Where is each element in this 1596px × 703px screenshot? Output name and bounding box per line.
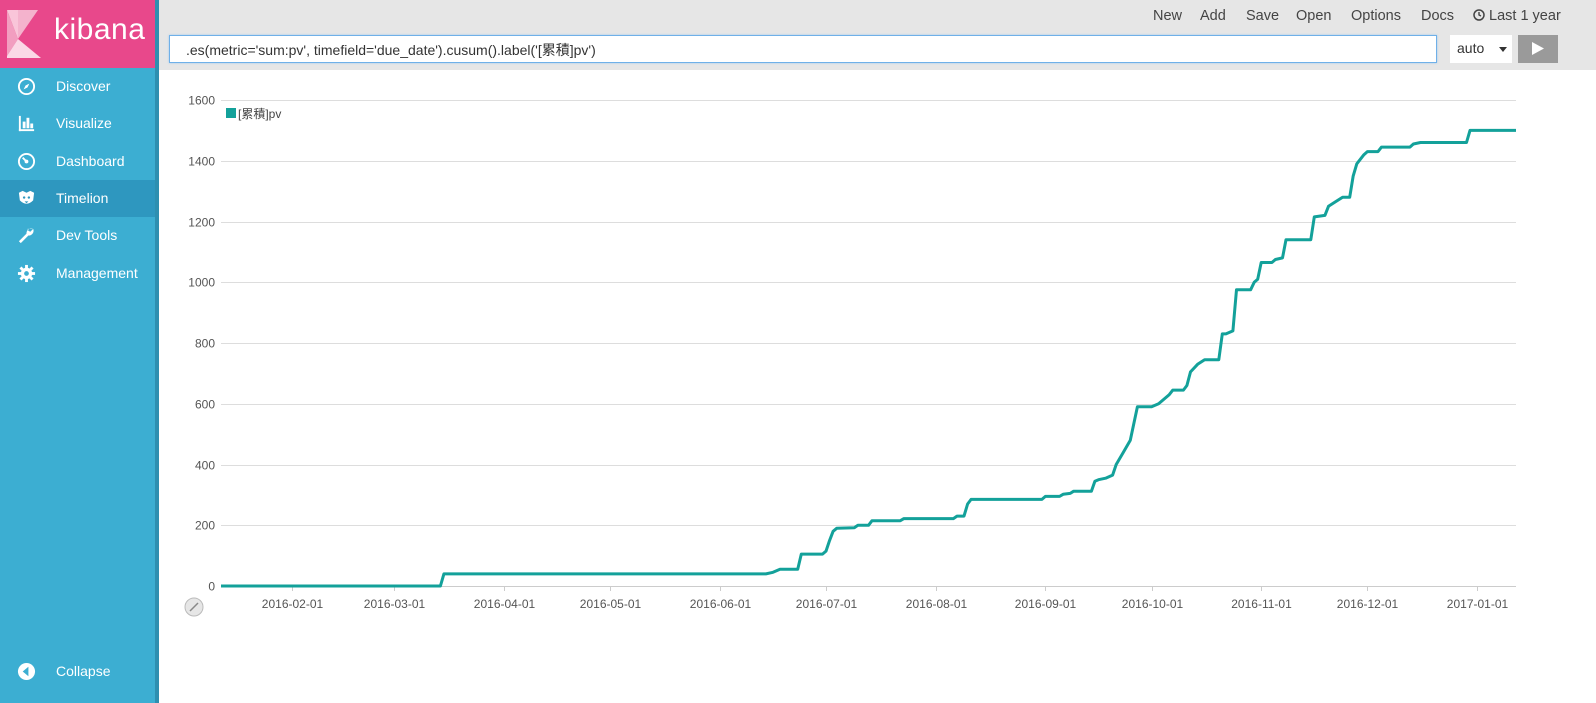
top-nav: New Add Save Open Options Docs Last 1 ye… <box>159 0 1596 32</box>
x-tick-label: 2017-01-01 <box>1447 597 1509 611</box>
sidebar-item-discover[interactable]: Discover <box>0 68 155 105</box>
y-tick-label: 200 <box>195 519 215 533</box>
sidebar-item-visualize[interactable]: Visualize <box>0 105 155 142</box>
y-tick-label: 1000 <box>188 276 215 290</box>
y-tick-label: 800 <box>195 337 215 351</box>
x-tick-label: 2016-08-01 <box>906 597 968 611</box>
bar-chart-icon <box>18 115 35 132</box>
menu-options[interactable]: Options <box>1351 8 1401 24</box>
zoom-reset-button[interactable] <box>184 597 204 617</box>
menu-open[interactable]: Open <box>1296 8 1331 24</box>
legend-swatch <box>226 108 236 118</box>
compass-icon <box>17 77 36 96</box>
collapse-button[interactable]: Collapse <box>0 653 155 690</box>
interval-value: auto <box>1457 40 1485 56</box>
sidebar-item-label: Timelion <box>56 190 109 206</box>
timelion-chart: 0 200 400 600 800 1000 1200 1400 1600 2016-02-01… <box>184 94 1516 617</box>
x-axis-ticks: 2016-02-01 2016-03-01 2016-04-01 2016-05-01… <box>262 586 1509 611</box>
x-tick-label: 2016-02-01 <box>262 597 324 611</box>
brand-name: kibana <box>54 13 146 46</box>
sidebar: kibana Discover Visualize Dashboard Time… <box>0 0 159 703</box>
time-label: Last 1 year <box>1489 8 1561 24</box>
x-tick-label: 2016-09-01 <box>1015 597 1077 611</box>
x-tick-label: 2016-06-01 <box>690 597 752 611</box>
x-tick-label: 2016-12-01 <box>1337 597 1399 611</box>
sidebar-item-label: Visualize <box>56 115 112 131</box>
chart-grid <box>221 100 1516 587</box>
timelion-icon <box>18 190 35 204</box>
y-axis-ticks: 0 200 400 600 800 1000 1200 1400 1600 <box>188 94 215 594</box>
run-button[interactable] <box>1518 35 1558 63</box>
x-tick-label: 2016-07-01 <box>796 597 858 611</box>
series-line <box>221 128 1516 588</box>
sidebar-item-timelion[interactable]: Timelion <box>0 180 155 217</box>
gear-icon <box>17 264 36 283</box>
y-tick-label: 600 <box>195 398 215 412</box>
sidebar-item-management[interactable]: Management <box>0 255 155 292</box>
sidebar-item-label: Management <box>56 265 138 281</box>
kibana-logo-icon <box>0 0 48 68</box>
query-bar: .es(metric='sum:pv', timefield='due_date… <box>159 32 1596 70</box>
menu-new[interactable]: New <box>1153 8 1182 24</box>
y-tick-label: 1400 <box>188 155 215 169</box>
x-tick-label: 2016-10-01 <box>1122 597 1184 611</box>
y-tick-label: 1600 <box>188 94 215 108</box>
wrench-icon <box>18 228 34 244</box>
sidebar-item-label: Dev Tools <box>56 227 118 243</box>
play-icon <box>1532 42 1544 55</box>
sidebar-item-label: Discover <box>56 78 111 94</box>
sidebar-item-dev-tools[interactable]: Dev Tools <box>0 217 155 254</box>
sidebar-item-label: Dashboard <box>56 153 125 169</box>
gauge-icon <box>17 152 36 171</box>
kibana-logo[interactable]: kibana <box>0 0 155 68</box>
x-tick-label: 2016-05-01 <box>580 597 642 611</box>
legend-label: [累積]pv <box>238 106 281 121</box>
sidebar-item-dashboard[interactable]: Dashboard <box>0 143 155 180</box>
interval-select[interactable]: auto <box>1450 35 1512 63</box>
legend[interactable]: [累積]pv <box>226 106 281 121</box>
y-tick-label: 0 <box>208 580 215 594</box>
x-tick-label: 2016-11-01 <box>1231 597 1292 611</box>
y-tick-label: 1200 <box>188 216 215 230</box>
clock-icon <box>1473 9 1485 21</box>
menu-save[interactable]: Save <box>1246 8 1279 24</box>
expression-input[interactable]: .es(metric='sum:pv', timefield='due_date… <box>169 35 1437 63</box>
caret-down-icon <box>1499 47 1507 52</box>
collapse-icon <box>17 662 36 681</box>
x-tick-label: 2016-03-01 <box>364 597 426 611</box>
menu-add[interactable]: Add <box>1200 8 1226 24</box>
menu-docs[interactable]: Docs <box>1421 8 1454 24</box>
collapse-label: Collapse <box>56 663 111 679</box>
time-picker[interactable]: Last 1 year <box>1473 8 1561 24</box>
y-tick-label: 400 <box>195 459 215 473</box>
x-tick-label: 2016-04-01 <box>474 597 536 611</box>
